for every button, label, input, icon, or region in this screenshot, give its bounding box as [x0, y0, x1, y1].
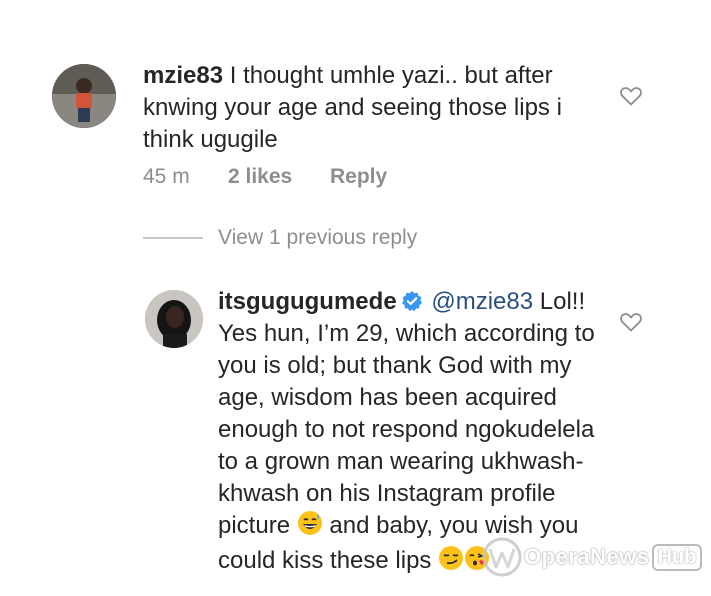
watermark-hub-badge: Hub — [651, 543, 703, 571]
watermark-text: OperaNews — [524, 544, 650, 569]
like-heart-icon[interactable] — [619, 84, 643, 108]
comment-likes[interactable]: 2 likes — [228, 165, 292, 188]
comment-body: mzie83 I thought umhle yazi.. but after … — [143, 60, 603, 156]
reply-username[interactable]: itsgugugumede — [218, 288, 397, 315]
comment-username[interactable]: mzie83 — [143, 62, 223, 89]
view-previous-replies[interactable]: View 1 previous reply — [143, 224, 417, 252]
reply-mention[interactable]: @mzie83 — [431, 288, 533, 315]
verified-badge-icon — [401, 289, 423, 312]
comment-time: 45 m — [143, 165, 190, 188]
view-previous-replies-label[interactable]: View 1 previous reply — [218, 226, 417, 250]
commenter-avatar[interactable] — [52, 64, 116, 128]
reply-avatar[interactable] — [145, 290, 203, 348]
watermark-logo-icon — [482, 537, 522, 577]
opera-news-watermark: OperaNews Hub — [480, 535, 703, 579]
smirk-emoji — [438, 545, 464, 580]
reply-like-heart-icon[interactable] — [619, 310, 643, 334]
reply-button[interactable]: Reply — [330, 165, 387, 188]
divider-line — [143, 237, 203, 239]
reply-text-part1: Lol!! Yes hun, I’m 29, which according t… — [218, 288, 595, 539]
grinning-sweat-emoji — [297, 510, 323, 545]
